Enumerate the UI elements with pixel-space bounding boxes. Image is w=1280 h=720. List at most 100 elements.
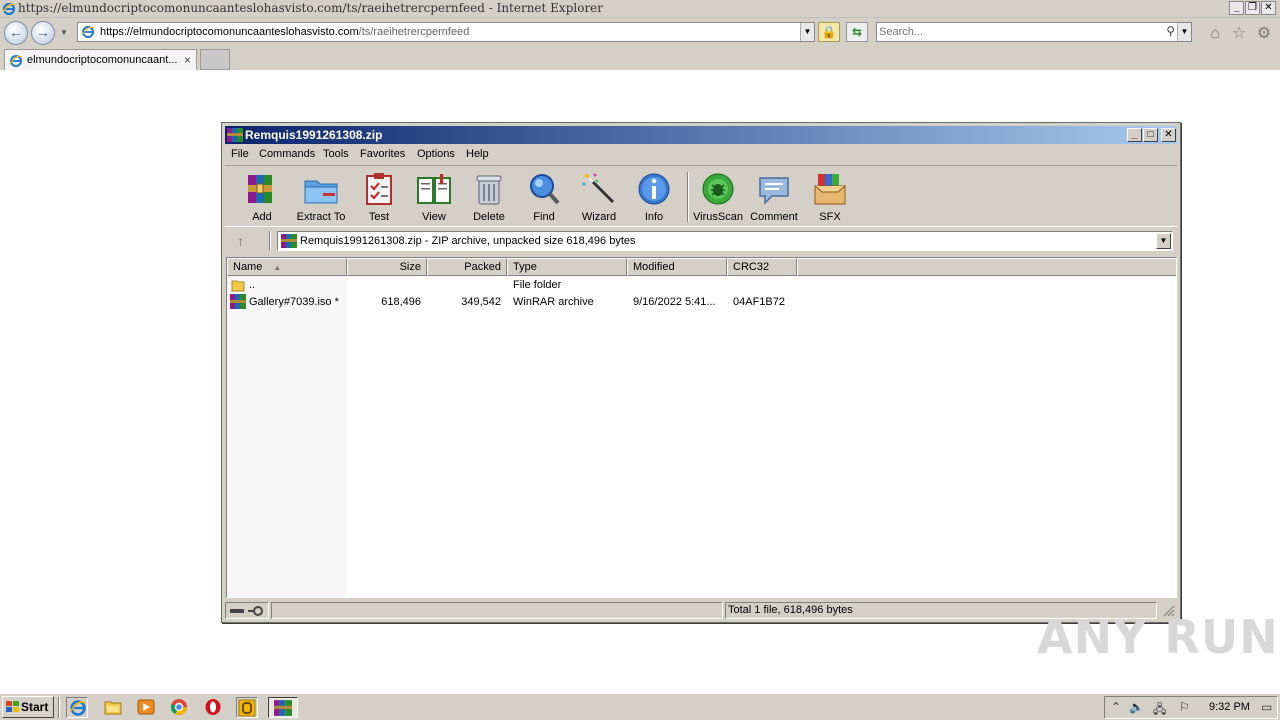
- archive-icon: [281, 234, 297, 248]
- sfx-button[interactable]: SFX: [801, 170, 859, 226]
- row-type: File folder: [513, 279, 562, 291]
- comment-button[interactable]: Comment: [745, 170, 803, 226]
- winrar-minimize-button[interactable]: _: [1127, 128, 1142, 142]
- url-domain: https://elmundocriptocomonuncaanteslohas…: [100, 26, 359, 38]
- virusscan-button[interactable]: VirusScan: [689, 170, 747, 226]
- comment-bubble-icon: [759, 177, 789, 205]
- add-label: Add: [252, 211, 272, 223]
- file-list[interactable]: Name ▲ Size Packed Type Modified CRC32 .…: [226, 257, 1177, 598]
- browser-tabbar: elmundocriptocomonuncaant... ×: [0, 48, 1280, 70]
- up-arrow-icon[interactable]: ↑: [237, 233, 244, 249]
- tab-label: elmundocriptocomonuncaant...: [27, 54, 178, 66]
- back-button[interactable]: ←: [4, 21, 28, 45]
- winrar-maximize-button[interactable]: □: [1143, 128, 1158, 142]
- search-dropdown-icon[interactable]: ▼: [1177, 23, 1191, 41]
- address-url[interactable]: https://elmundocriptocomonuncaanteslohas…: [100, 26, 469, 38]
- info-icon: [638, 173, 670, 205]
- taskbar-app-button[interactable]: [236, 697, 258, 718]
- delete-button[interactable]: Delete: [460, 170, 518, 226]
- network-icon[interactable]: 🖧: [1153, 700, 1166, 720]
- winrar-menubar: File Commands Tools Favorites Options He…: [225, 145, 1177, 164]
- search-icon[interactable]: ⚲: [1166, 24, 1175, 38]
- path-dropdown-icon[interactable]: ▼: [1156, 233, 1171, 249]
- show-desktop-icon[interactable]: ▭: [1261, 700, 1272, 714]
- path-text: Remquis1991261308.zip - ZIP archive, unp…: [300, 235, 636, 247]
- wizard-button[interactable]: Wizard: [570, 170, 628, 226]
- column-header-type[interactable]: Type: [507, 258, 627, 276]
- row-name: ..: [249, 279, 256, 291]
- column-header-modified[interactable]: Modified: [627, 258, 727, 276]
- winrar-window-title: Remquis1991261308.zip: [245, 128, 383, 142]
- virusscan-label: VirusScan: [693, 211, 743, 223]
- table-row[interactable]: Gallery#7039.iso * 618,496 349,542 WinRA…: [227, 294, 1176, 311]
- address-bar[interactable]: https://elmundocriptocomonuncaanteslohas…: [77, 22, 815, 42]
- address-dropdown-icon[interactable]: ▼: [800, 23, 814, 41]
- extract-to-label: Extract To: [296, 211, 346, 223]
- find-button[interactable]: Find: [515, 170, 573, 226]
- row-crc32: 04AF1B72: [733, 296, 785, 308]
- view-button[interactable]: View: [405, 170, 463, 226]
- wizard-label: Wizard: [581, 211, 617, 223]
- status-key-panel: [225, 602, 269, 619]
- maximize-button[interactable]: ❐: [1245, 1, 1260, 15]
- close-button[interactable]: ✕: [1261, 1, 1276, 15]
- history-dropdown-icon[interactable]: ▼: [60, 28, 70, 38]
- anyrun-watermark: ANY RUN: [1037, 610, 1279, 664]
- taskbar-media-player-button[interactable]: [135, 697, 157, 718]
- wizard-wand-icon: [582, 173, 615, 204]
- home-icon[interactable]: ⌂: [1206, 25, 1224, 43]
- sfx-box-icon: [814, 174, 846, 205]
- yellow-app-icon: [238, 699, 256, 717]
- column-header-size[interactable]: Size: [347, 258, 427, 276]
- windows-flag-icon: [6, 701, 19, 712]
- winrar-statusbar: Total 1 file, 618,496 bytes: [225, 601, 1177, 620]
- table-row[interactable]: .. File folder: [227, 277, 1176, 294]
- taskbar-chrome-button[interactable]: [168, 697, 190, 718]
- clock[interactable]: 9:32 PM: [1209, 701, 1250, 713]
- forward-button[interactable]: →: [31, 21, 55, 45]
- taskbar-winrar-button[interactable]: [268, 697, 298, 718]
- menu-commands[interactable]: Commands: [259, 148, 315, 160]
- taskbar-opera-button[interactable]: [202, 697, 224, 718]
- menu-favorites[interactable]: Favorites: [360, 148, 405, 160]
- gear-icon[interactable]: ⚙: [1255, 25, 1273, 43]
- column-header-name[interactable]: Name ▲: [227, 258, 347, 276]
- menu-help[interactable]: Help: [466, 148, 489, 160]
- extract-to-button[interactable]: Extract To: [292, 170, 350, 226]
- action-center-flag-icon[interactable]: ⚐: [1179, 700, 1190, 714]
- menu-file[interactable]: File: [231, 148, 249, 160]
- test-button[interactable]: Test: [350, 170, 408, 226]
- path-combobox[interactable]: Remquis1991261308.zip - ZIP archive, unp…: [277, 231, 1173, 251]
- menu-tools[interactable]: Tools: [323, 148, 349, 160]
- minimize-button[interactable]: _: [1229, 1, 1244, 15]
- add-button[interactable]: Add: [233, 170, 291, 226]
- favorites-star-icon[interactable]: ☆: [1230, 25, 1248, 43]
- start-button[interactable]: Start: [2, 696, 54, 718]
- volume-icon[interactable]: 🔈: [1129, 700, 1144, 714]
- comment-label: Comment: [750, 211, 798, 223]
- taskbar-explorer-button[interactable]: [102, 697, 124, 718]
- column-header-packed[interactable]: Packed: [427, 258, 507, 276]
- ie-logo-icon: [2, 2, 16, 16]
- winrar-titlebar: Remquis1991261308.zip _ □ ✕: [225, 126, 1177, 144]
- row-size: 618,496: [381, 296, 421, 308]
- column-header-crc32[interactable]: CRC32: [727, 258, 797, 276]
- test-clipboard-icon: [366, 173, 392, 205]
- row-modified: 9/16/2022 5:41...: [633, 296, 716, 308]
- info-button[interactable]: Info: [625, 170, 683, 226]
- tab-close-icon[interactable]: ×: [184, 53, 191, 67]
- ie-page-icon: [81, 26, 95, 38]
- browser-tab[interactable]: elmundocriptocomonuncaant... ×: [4, 49, 197, 70]
- search-box[interactable]: ⚲ ▼: [876, 22, 1192, 42]
- search-input[interactable]: [879, 24, 1159, 40]
- rar-file-icon: [230, 294, 246, 309]
- taskbar-ie-button[interactable]: [66, 697, 88, 718]
- new-tab-button[interactable]: [200, 49, 230, 70]
- lock-icon[interactable]: 🔒: [818, 22, 840, 42]
- winrar-close-button[interactable]: ✕: [1161, 128, 1176, 142]
- refresh-icon[interactable]: ⇆: [846, 22, 868, 42]
- tray-expand-icon[interactable]: ⌃: [1111, 700, 1121, 714]
- view-book-icon: [417, 174, 451, 204]
- drive-key-icon: [230, 606, 263, 616]
- menu-options[interactable]: Options: [417, 148, 455, 160]
